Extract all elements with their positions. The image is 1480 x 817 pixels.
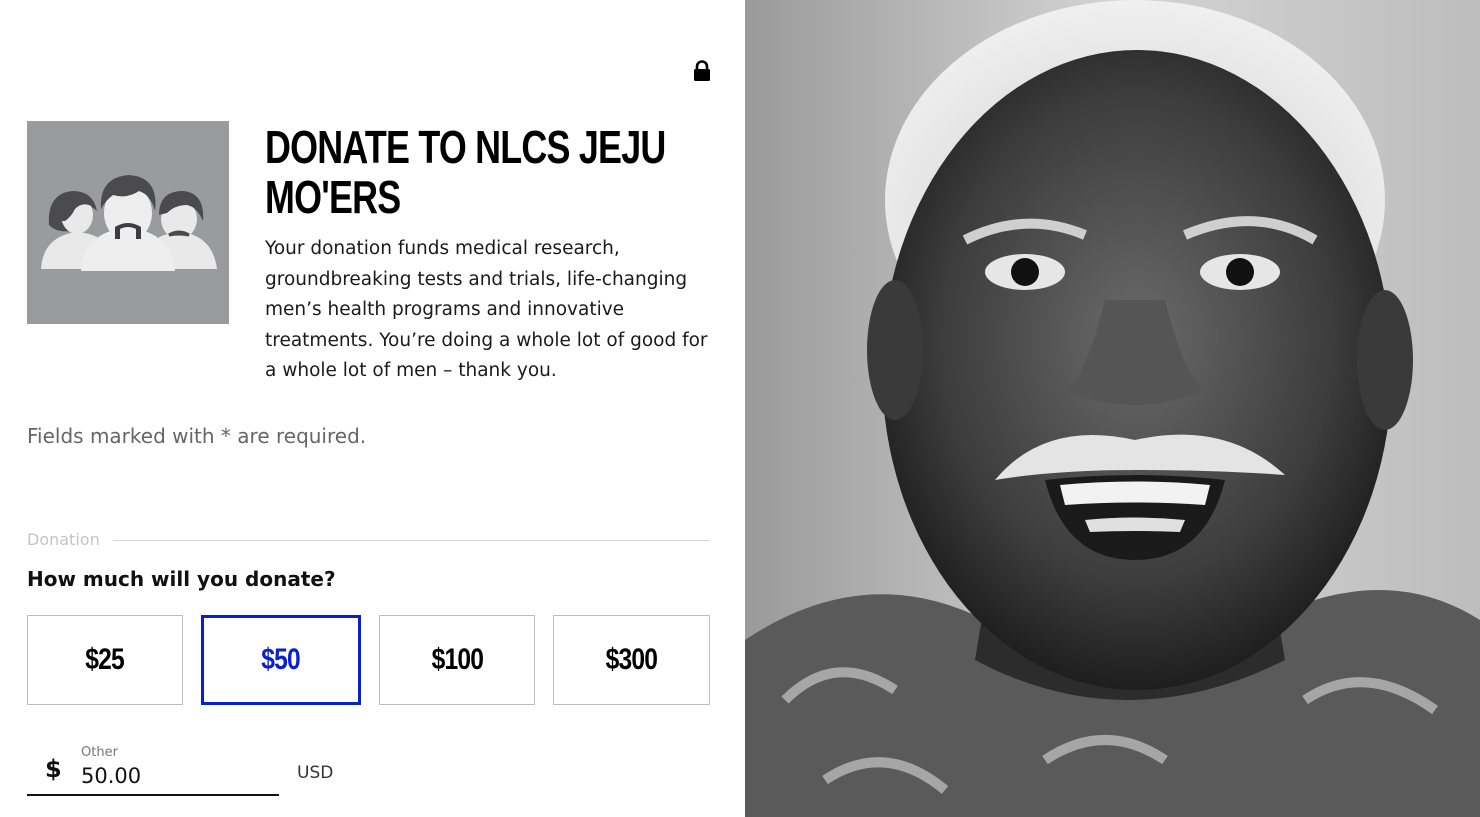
other-amount-field: $ Other	[27, 742, 279, 796]
amount-option-25[interactable]: $25	[27, 615, 183, 705]
page-title-line-2: MO'ERS	[265, 171, 401, 223]
page-title: DONATE TO NLCS JEJU MO'ERS	[265, 121, 666, 223]
amount-option-label: $25	[85, 643, 125, 676]
amount-option-100[interactable]: $100	[379, 615, 535, 705]
campaign-logo	[27, 121, 229, 324]
portrait-photo	[745, 0, 1480, 817]
three-men-with-moustaches-icon	[41, 175, 217, 271]
currency-code: USD	[297, 763, 334, 783]
section-divider	[113, 540, 710, 541]
donation-section-legend: Donation	[27, 530, 100, 549]
required-fields-note: Fields marked with * are required.	[27, 424, 367, 448]
other-amount-input[interactable]	[81, 762, 271, 790]
donation-form-panel: DONATE TO NLCS JEJU MO'ERS Your donation…	[0, 0, 745, 817]
amount-option-50[interactable]: $50	[201, 615, 361, 705]
other-amount-label: Other	[81, 745, 118, 760]
currency-symbol: $	[45, 755, 62, 783]
hero-portrait-image	[745, 0, 1480, 817]
campaign-description: Your donation funds medical research, gr…	[265, 238, 708, 382]
amount-option-label: $100	[431, 643, 483, 676]
amount-option-label: $300	[605, 643, 658, 676]
lock-icon	[694, 60, 710, 81]
amount-option-300[interactable]: $300	[553, 615, 710, 705]
page-title-line-1: DONATE TO NLCS JEJU	[265, 121, 666, 173]
donation-question: How much will you donate?	[27, 567, 336, 591]
amount-option-label: $50	[261, 643, 301, 676]
